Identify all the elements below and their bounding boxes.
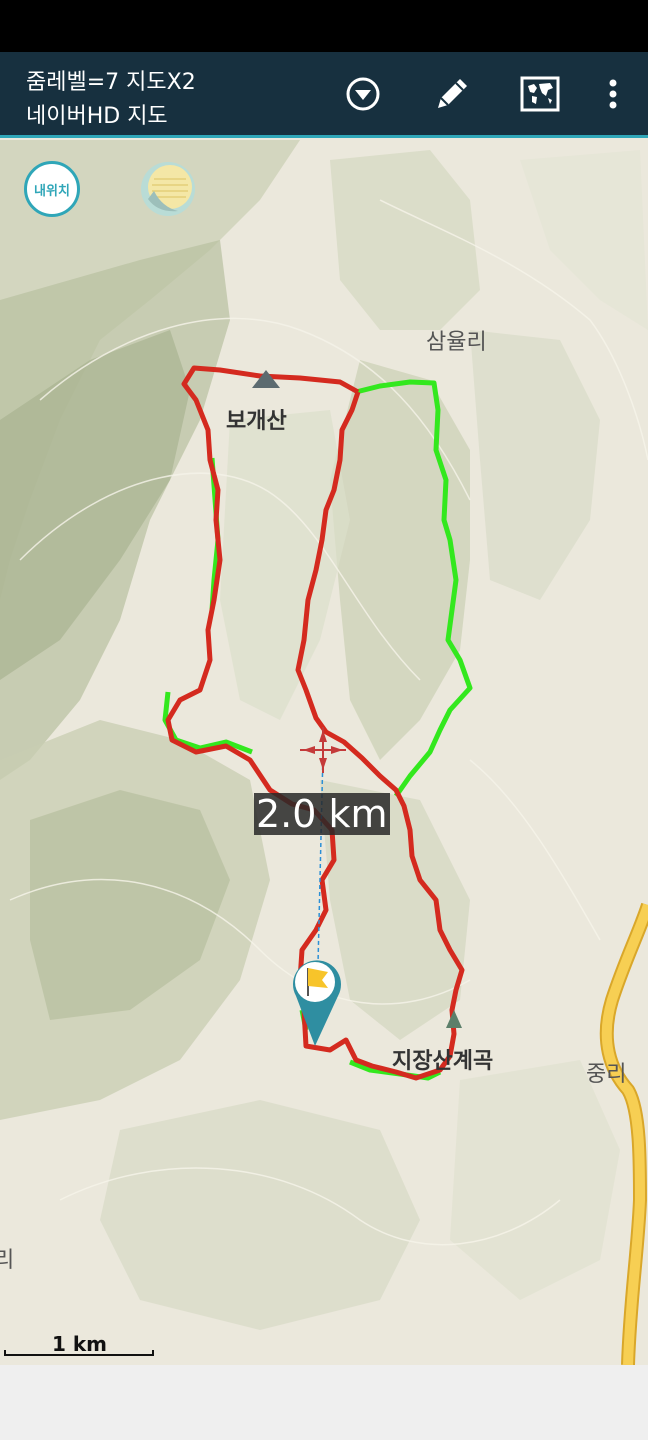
world-map-icon <box>520 76 560 112</box>
app-toolbar: 줌레벨=7 지도X2 네이버HD 지도 <box>0 52 648 138</box>
more-vertical-icon <box>609 79 617 109</box>
scale-line <box>4 1354 154 1356</box>
dropdown-button[interactable] <box>341 72 385 116</box>
map-view[interactable]: 내위치 삼율리 보개산 지장산계곡 중리 리 2.0 km 1 km <box>0 138 648 1365</box>
map-view-button[interactable] <box>518 72 562 116</box>
memo-note-icon <box>141 162 195 216</box>
place-label-jungri: 중리 <box>586 1062 627 1087</box>
scale-bar: 1 km <box>4 1328 154 1360</box>
edit-button[interactable] <box>430 72 474 116</box>
bottom-panel <box>0 1365 648 1440</box>
place-label-samyul: 삼율리 <box>426 330 487 355</box>
place-label-jijangsan: 지장산계곡 <box>392 1049 494 1074</box>
my-location-label: 내위치 <box>34 183 70 199</box>
pencil-icon <box>438 79 467 108</box>
zoom-level-title: 줌레벨=7 지도X2 <box>26 70 196 95</box>
place-label-edge: 리 <box>0 1248 15 1273</box>
memo-button[interactable] <box>140 161 196 217</box>
map-name-title[interactable]: 네이버HD 지도 <box>26 98 168 130</box>
my-location-button[interactable]: 내위치 <box>24 161 80 217</box>
more-options-button[interactable] <box>591 72 635 116</box>
distance-label: 2.0 km <box>254 792 390 836</box>
status-bar <box>0 0 648 52</box>
place-label-bogaesan: 보개산 <box>226 409 287 434</box>
terrain-layer <box>0 138 648 1365</box>
dropdown-circle-icon <box>346 77 380 111</box>
scale-label: 1 km <box>52 1332 108 1356</box>
